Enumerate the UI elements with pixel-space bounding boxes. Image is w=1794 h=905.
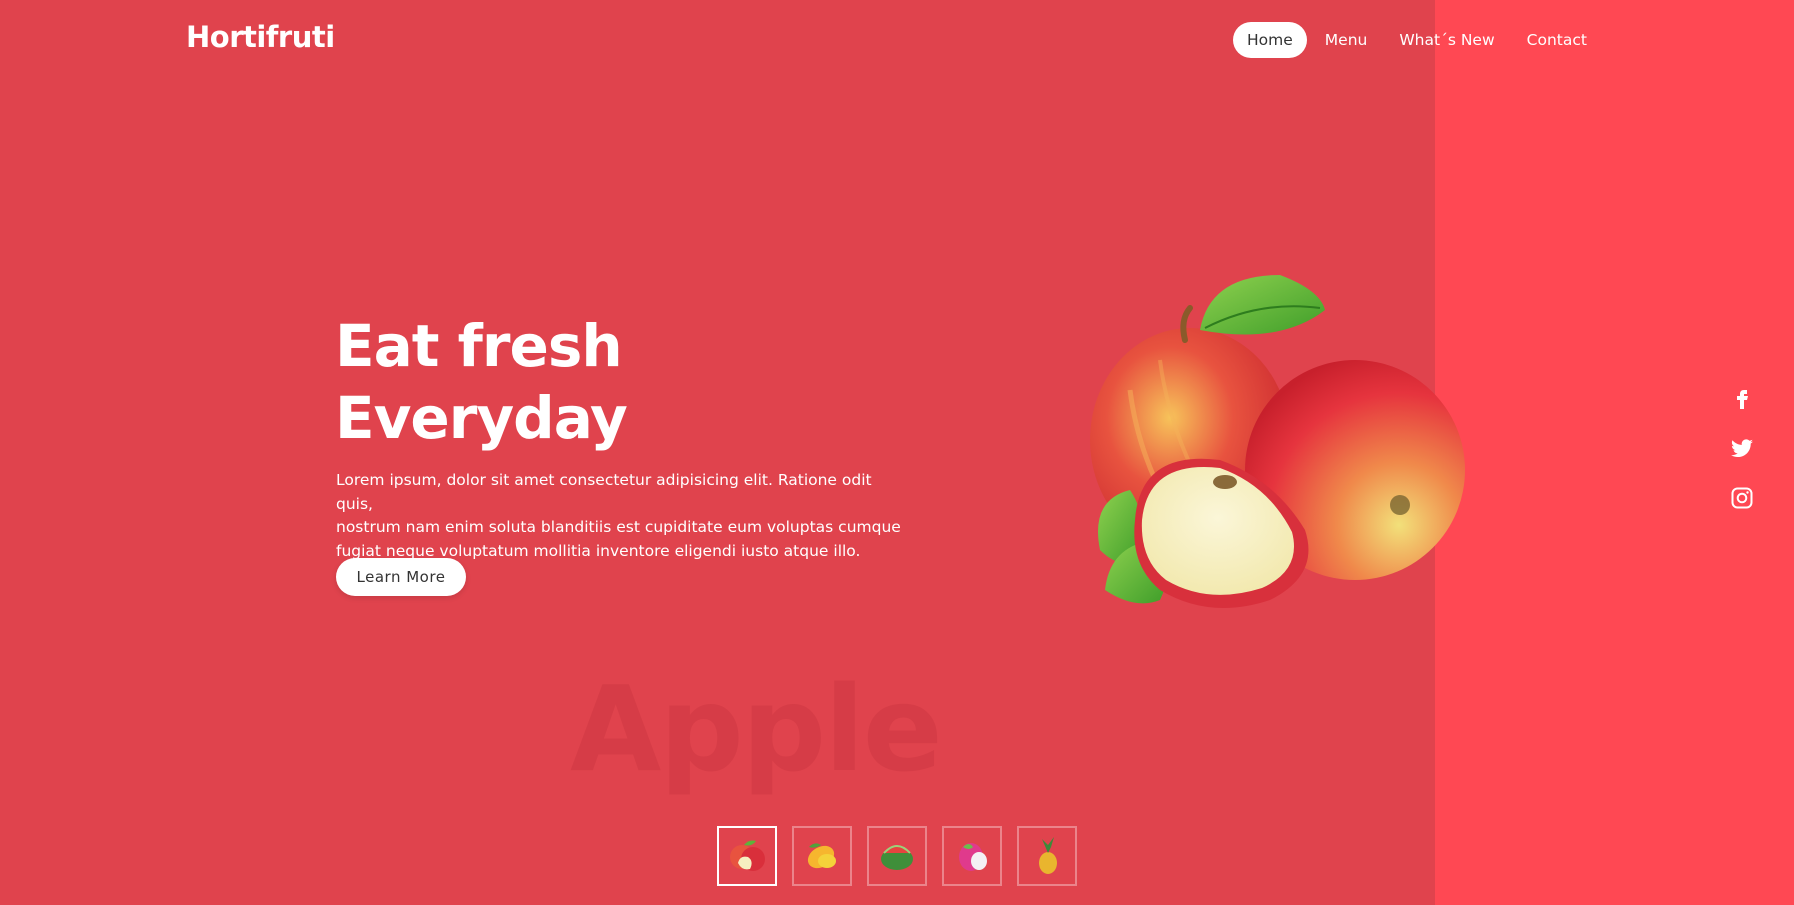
thumbnail-dragon-fruit[interactable] [942, 826, 1002, 886]
brand-logo[interactable]: Hortifruti [186, 20, 335, 54]
hero-title-line1: Eat fresh [335, 312, 623, 380]
facebook-icon[interactable] [1730, 386, 1754, 410]
nav-contact[interactable]: Contact [1513, 22, 1601, 58]
social-links [1730, 386, 1754, 510]
dragon-fruit-thumb-icon [959, 843, 987, 871]
nav-home[interactable]: Home [1233, 22, 1307, 58]
thumbnail-apple[interactable] [717, 826, 777, 886]
twitter-icon[interactable] [1730, 436, 1754, 460]
apples-image [1090, 275, 1465, 608]
watermelon-thumb-icon [881, 845, 913, 870]
hero-title-line2: Everyday [335, 384, 628, 452]
nav-whats-new[interactable]: What´s New [1385, 22, 1508, 58]
main-nav: Home Menu What´s New Contact [1233, 22, 1601, 58]
hero-text-line1: Lorem ipsum, dolor sit amet consectetur … [336, 471, 872, 513]
pineapple-thumb-icon [1039, 837, 1057, 874]
hero-description: Lorem ipsum, dolor sit amet consectetur … [336, 469, 901, 563]
thumbnail-mango[interactable] [792, 826, 852, 886]
hero-text-line2: nostrum nam enim soluta blanditiis est c… [336, 518, 901, 536]
thumbnail-watermelon[interactable] [867, 826, 927, 886]
fruit-thumbnails [717, 826, 1077, 886]
hero-text-line3: fugiat neque voluptatum mollitia invento… [336, 541, 861, 560]
instagram-icon[interactable] [1730, 486, 1754, 510]
learn-more-button[interactable]: Learn More [336, 558, 466, 596]
thumbnail-pineapple[interactable] [1017, 826, 1077, 886]
mango-thumb-icon [807, 843, 836, 869]
hero-title: Eat fresh Everyday [335, 310, 628, 454]
apple-thumb-icon [730, 840, 765, 871]
fruit-watermark: Apple [570, 660, 943, 798]
nav-menu[interactable]: Menu [1311, 22, 1382, 58]
